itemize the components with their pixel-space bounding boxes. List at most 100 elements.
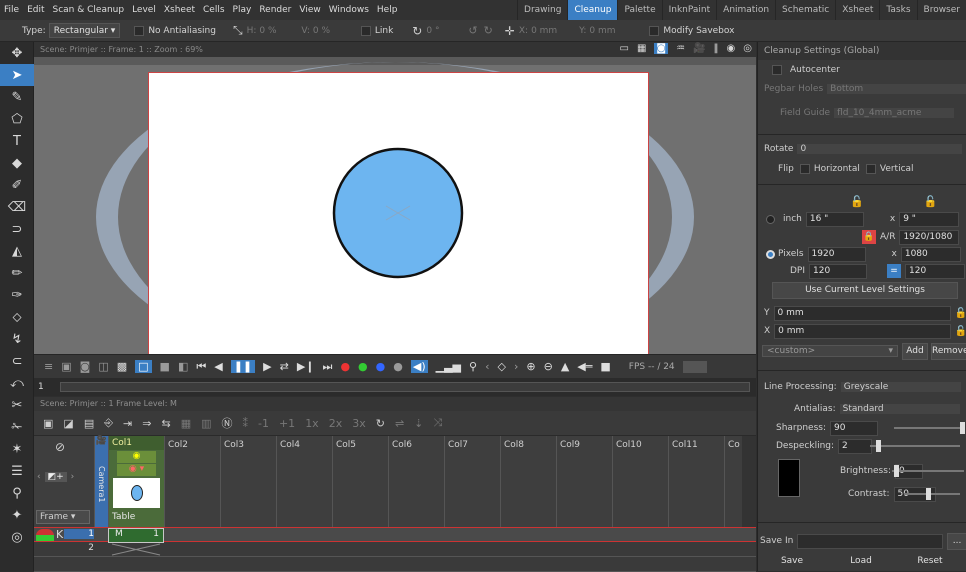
column-col4[interactable]: Col4 xyxy=(276,436,332,528)
compare-icon[interactable]: ◫ xyxy=(98,360,108,373)
next-frame-icon[interactable]: ▶❙ xyxy=(297,360,315,373)
antialias-select[interactable]: Standard xyxy=(839,404,960,414)
dpi-field[interactable]: 120 xyxy=(809,263,868,279)
white-bg-icon[interactable]: □ xyxy=(135,360,152,373)
link-checkbox[interactable] xyxy=(360,25,371,36)
inch-width-field[interactable]: 16 " xyxy=(805,211,864,227)
lock-open-icon-2[interactable]: 🔓 xyxy=(924,195,938,208)
y-offset-field[interactable]: 0 mm xyxy=(773,305,951,321)
black-bg-icon[interactable]: ■ xyxy=(160,360,170,373)
column-col10[interactable]: Col10 xyxy=(612,436,668,528)
room-tasks[interactable]: Tasks xyxy=(879,0,916,20)
menu-view[interactable]: View xyxy=(295,5,324,15)
plastic-tool-icon[interactable]: ✦ xyxy=(0,504,34,526)
cell-area[interactable]: K 1 M1 2 xyxy=(34,527,756,572)
key-icon[interactable]: ◇ xyxy=(498,360,506,373)
iron-tool-icon[interactable]: ✂ xyxy=(0,394,34,416)
each-2-icon[interactable]: 1x xyxy=(305,417,319,430)
fps-slider[interactable] xyxy=(682,360,707,373)
remove-preset-button[interactable]: Remove xyxy=(931,342,966,360)
menu-level[interactable]: Level xyxy=(128,5,160,15)
brightness-knob[interactable] xyxy=(894,465,899,477)
checkerboard-icon[interactable]: ▩ xyxy=(117,360,127,373)
random-icon[interactable]: ▥ xyxy=(201,417,211,430)
bender-tool-icon[interactable]: ⤺ xyxy=(0,372,34,394)
frame-zoom-control[interactable]: ‹ ◩+ › xyxy=(37,472,91,482)
selection-tool-icon[interactable]: ➤ xyxy=(0,64,34,86)
next-key-icon[interactable]: › xyxy=(514,360,518,373)
zoom-out-icon[interactable]: ⊖ xyxy=(544,360,553,373)
flip-h-icon[interactable]: ▲ xyxy=(561,360,569,373)
ar-field[interactable]: 1920/1080 xyxy=(899,229,960,245)
cell-m[interactable]: M1 xyxy=(108,528,164,543)
locator-icon[interactable]: ⚲ xyxy=(469,360,477,373)
flip-vertical-checkbox[interactable] xyxy=(865,164,876,174)
menu-help[interactable]: Help xyxy=(373,5,402,15)
h-field[interactable]: 0 % xyxy=(259,26,301,36)
brightness-slider[interactable] xyxy=(892,470,964,472)
menu-lines-icon[interactable]: ≡ xyxy=(44,360,53,373)
despeckling-slider[interactable] xyxy=(870,445,960,447)
loop-icon[interactable]: ⇄ xyxy=(280,360,289,373)
table-row[interactable]: K 1 M1 xyxy=(34,527,756,543)
rgb-picker-icon[interactable]: ✏ xyxy=(0,262,34,284)
flip-horizontal-checkbox[interactable] xyxy=(799,164,810,174)
dpi-link-icon[interactable]: = xyxy=(887,264,902,278)
table-row[interactable] xyxy=(34,557,756,572)
bg-color-icon[interactable]: ◧ xyxy=(178,360,188,373)
add-preset-button[interactable]: Add xyxy=(902,342,928,360)
new-raster-level-icon[interactable]: ▤ xyxy=(84,417,94,430)
sound-icon[interactable]: ◀) xyxy=(410,360,428,373)
preset-select[interactable]: <custom> ▾ xyxy=(762,345,898,357)
menu-file[interactable]: File xyxy=(0,5,23,15)
rotate-ccw-icon[interactable]: ↺ xyxy=(468,24,477,37)
animate-tool-icon[interactable]: ✥ xyxy=(0,42,34,64)
red-channel-icon[interactable]: ● xyxy=(340,360,350,373)
room-browser[interactable]: Browser xyxy=(916,0,966,20)
cutter-tool-icon[interactable]: ✁ xyxy=(0,416,34,438)
column-col1[interactable]: Col1 ◉ ◉ ▾ Table xyxy=(108,436,164,528)
reframe-icon[interactable]: ⎆ xyxy=(104,416,113,430)
zoom-tool-icon[interactable]: ◎ xyxy=(0,526,34,548)
first-frame-icon[interactable]: ⏮ xyxy=(196,360,206,374)
room-palette[interactable]: Palette xyxy=(617,0,661,20)
skeleton-tool-icon[interactable]: ✶ xyxy=(0,438,34,460)
line-processing-select[interactable]: Greyscale xyxy=(840,382,961,392)
menu-cells[interactable]: Cells xyxy=(199,5,229,15)
tracker-tool-icon[interactable]: ☰ xyxy=(0,460,34,482)
room-cleanup[interactable]: Cleanup xyxy=(567,0,618,20)
repeat-icon[interactable]: ⇥ xyxy=(123,417,132,430)
ar-lock-icon[interactable]: 🔒 xyxy=(862,230,876,244)
brush-tool-icon[interactable]: ✎ xyxy=(0,86,34,108)
preview-icon[interactable]: ◉ xyxy=(727,43,736,54)
rewind-icon[interactable]: ◀═ xyxy=(577,360,592,373)
inch-height-field[interactable]: 9 " xyxy=(899,211,960,227)
reverse-icon[interactable]: ⇆ xyxy=(161,417,170,430)
step-2-icon[interactable]: ⁑ xyxy=(243,417,249,430)
swing-icon[interactable]: ▦ xyxy=(181,417,191,430)
despeckling-field[interactable]: 2 xyxy=(838,438,873,454)
pixels-radio[interactable] xyxy=(766,249,775,259)
magnet-tool-icon[interactable]: ⊂ xyxy=(0,350,34,372)
use-current-level-settings-button[interactable]: Use Current Level Settings xyxy=(772,281,958,299)
column-col11[interactable]: Col11 xyxy=(668,436,724,528)
rotate-field[interactable]: 0 ° xyxy=(426,26,468,36)
camstand-toggle-icon[interactable]: ◉ ▾ xyxy=(117,464,156,476)
navigation-icon[interactable]: ⊘ xyxy=(55,440,91,454)
menu-edit[interactable]: Edit xyxy=(23,5,48,15)
autocenter-checkbox[interactable] xyxy=(772,65,782,75)
new-toonz-level-icon[interactable]: ◪ xyxy=(63,417,73,430)
onion-skin-icon[interactable] xyxy=(36,529,54,541)
pixels-height-field[interactable]: 1080 xyxy=(900,246,961,262)
viewer[interactable]: Scene: Primjer :: Frame: 1 :: Zoom : 69%… xyxy=(34,42,756,372)
camera-column[interactable]: 🎥 Camera1 xyxy=(94,436,108,528)
pinch-tool-icon[interactable]: ⬦ xyxy=(0,306,34,328)
column-col2[interactable]: Col2 xyxy=(164,436,220,528)
save-in-field[interactable] xyxy=(797,533,944,549)
y-field[interactable]: 0 mm xyxy=(589,26,635,36)
subcamera-preview-icon[interactable]: ◎ xyxy=(743,43,752,54)
save-frame-icon[interactable]: ▣ xyxy=(61,360,71,373)
last-frame-icon[interactable]: ⏭ xyxy=(323,360,333,374)
histogram-icon[interactable]: ▁▃▅ xyxy=(436,360,461,373)
new-vector-level-icon[interactable]: ▣ xyxy=(43,417,53,430)
